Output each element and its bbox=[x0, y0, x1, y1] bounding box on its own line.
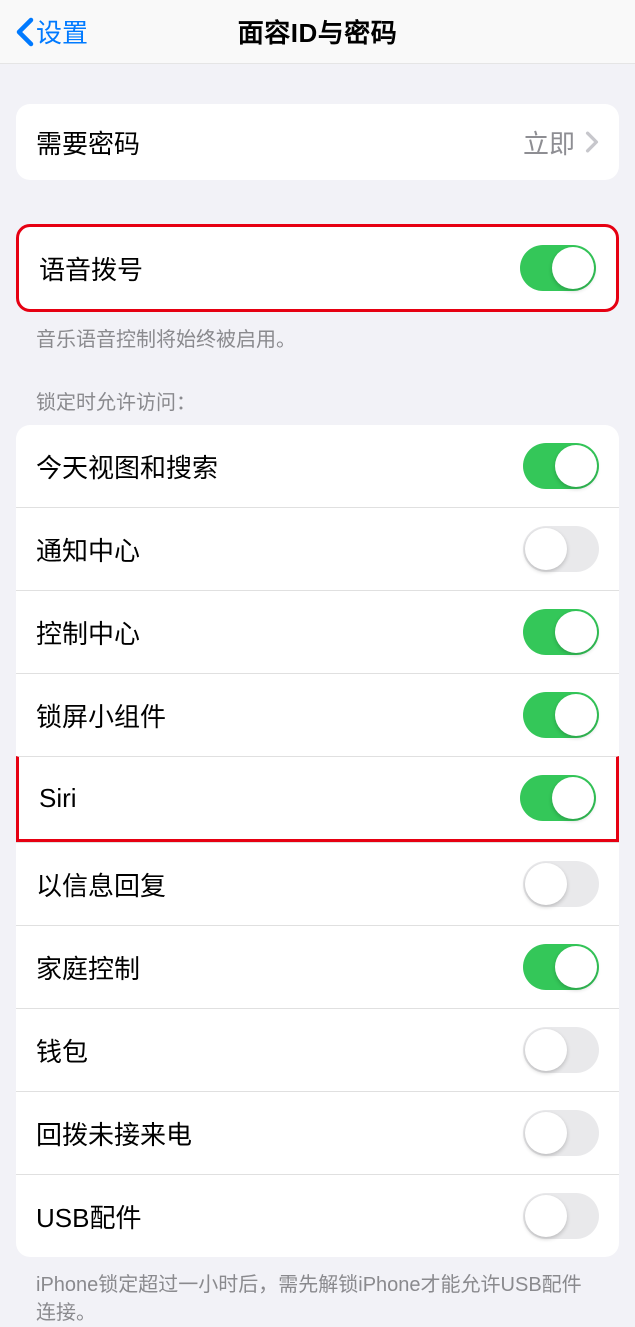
require-passcode-label: 需要密码 bbox=[36, 124, 523, 161]
lock-item-label: 回拨未接来电 bbox=[36, 1115, 523, 1152]
lock-item-cell: 钱包 bbox=[16, 1008, 619, 1091]
lock-item-toggle[interactable] bbox=[523, 526, 599, 572]
back-button[interactable]: 设置 bbox=[16, 13, 88, 50]
lock-item-cell: 回拨未接来电 bbox=[16, 1091, 619, 1174]
lock-item-toggle[interactable] bbox=[523, 1193, 599, 1239]
content: 需要密码 立即 语音拨号 音乐语音控制将始终被启用。 锁定时允许访问： 今天 bbox=[0, 104, 635, 1327]
lock-item-label: 以信息回复 bbox=[36, 866, 523, 903]
voice-dial-toggle[interactable] bbox=[520, 245, 596, 291]
toggle-knob bbox=[525, 1029, 567, 1071]
toggle-knob bbox=[552, 777, 594, 819]
lock-item-cell: 锁屏小组件 bbox=[16, 673, 619, 756]
lock-item-toggle[interactable] bbox=[523, 692, 599, 738]
passcode-group: 需要密码 立即 bbox=[16, 104, 619, 180]
lock-item-cell: 通知中心 bbox=[16, 507, 619, 590]
voice-dial-group: 语音拨号 音乐语音控制将始终被启用。 bbox=[16, 224, 619, 354]
toggle-knob bbox=[555, 694, 597, 736]
lock-access-header: 锁定时允许访问： bbox=[16, 386, 619, 425]
lock-access-footer: iPhone锁定超过一小时后，需先解锁iPhone才能允许USB配件连接。 bbox=[16, 1257, 619, 1327]
toggle-knob bbox=[555, 611, 597, 653]
lock-item-label: USB配件 bbox=[36, 1198, 523, 1235]
toggle-knob bbox=[525, 1112, 567, 1154]
lock-item-toggle[interactable] bbox=[523, 609, 599, 655]
toggle-knob bbox=[525, 1195, 567, 1237]
back-label: 设置 bbox=[36, 13, 88, 50]
lock-item-label: Siri bbox=[39, 783, 520, 814]
lock-item-toggle[interactable] bbox=[523, 944, 599, 990]
lock-item-cell: 以信息回复 bbox=[16, 842, 619, 925]
lock-item-cell: 控制中心 bbox=[16, 590, 619, 673]
lock-item-label: 家庭控制 bbox=[36, 949, 523, 986]
voice-dial-label: 语音拨号 bbox=[39, 250, 520, 287]
nav-bar: 设置 面容ID与密码 bbox=[0, 0, 635, 64]
lock-item-label: 通知中心 bbox=[36, 531, 523, 568]
toggle-knob bbox=[525, 863, 567, 905]
page-title: 面容ID与密码 bbox=[238, 13, 398, 50]
lock-item-cell: USB配件 bbox=[16, 1174, 619, 1257]
lock-access-group: 锁定时允许访问： 今天视图和搜索通知中心控制中心锁屏小组件 Siri 以信息回复家庭… bbox=[16, 386, 619, 1327]
toggle-knob bbox=[555, 946, 597, 988]
require-passcode-value: 立即 bbox=[523, 124, 575, 161]
voice-dial-footer: 音乐语音控制将始终被启用。 bbox=[16, 312, 619, 354]
chevron-right-icon bbox=[585, 131, 599, 153]
lock-item-cell: 今天视图和搜索 bbox=[16, 425, 619, 507]
lock-item-toggle[interactable] bbox=[523, 1110, 599, 1156]
lock-item-label: 今天视图和搜索 bbox=[36, 448, 523, 485]
lock-item-toggle[interactable] bbox=[523, 1027, 599, 1073]
lock-item-toggle[interactable] bbox=[523, 443, 599, 489]
lock-item-toggle[interactable] bbox=[520, 775, 596, 821]
toggle-knob bbox=[525, 528, 567, 570]
toggle-knob bbox=[555, 445, 597, 487]
require-passcode-cell[interactable]: 需要密码 立即 bbox=[16, 104, 619, 180]
lock-item-label: 控制中心 bbox=[36, 614, 523, 651]
lock-item-cell: 家庭控制 bbox=[16, 925, 619, 1008]
voice-dial-highlight: 语音拨号 bbox=[16, 224, 619, 312]
chevron-left-icon bbox=[16, 17, 34, 47]
lock-item-toggle[interactable] bbox=[523, 861, 599, 907]
lock-access-list: 今天视图和搜索通知中心控制中心锁屏小组件 Siri 以信息回复家庭控制钱包回拨未接来… bbox=[16, 425, 619, 1257]
toggle-knob bbox=[552, 247, 594, 289]
require-passcode-detail: 立即 bbox=[523, 124, 599, 161]
lock-item-label: 锁屏小组件 bbox=[36, 697, 523, 734]
lock-item-cell: Siri bbox=[16, 756, 619, 842]
lock-item-label: 钱包 bbox=[36, 1032, 523, 1069]
voice-dial-cell: 语音拨号 bbox=[19, 227, 616, 309]
